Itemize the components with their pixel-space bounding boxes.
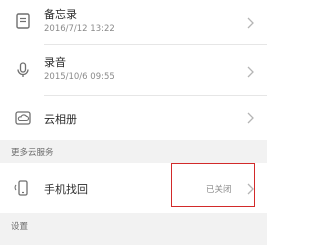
more-services-label: 更多云服务 [11, 148, 54, 158]
memo-icon [14, 12, 32, 30]
cloud-album-row[interactable]: 云相册 [0, 96, 267, 140]
settings-header: 设置 [0, 213, 267, 245]
memo-row[interactable]: 备忘录 2016/7/12 13:22 [0, 0, 267, 44]
find-phone-icon [14, 179, 32, 197]
chevron-right-icon [245, 65, 255, 79]
cloud-album-icon [14, 109, 32, 127]
chevron-right-icon [245, 111, 255, 125]
recorder-title: 录音 [44, 56, 66, 69]
recorder-row[interactable]: 录音 2015/10/6 09:55 [0, 45, 267, 95]
settings-label: 设置 [11, 222, 29, 232]
more-services-header: 更多云服务 [0, 140, 267, 163]
highlight-box [171, 163, 255, 207]
cloud-album-title: 云相册 [44, 113, 77, 126]
memo-date: 2016/7/12 13:22 [44, 24, 115, 34]
microphone-icon [14, 61, 32, 79]
find-phone-title: 手机找回 [44, 183, 88, 196]
chevron-right-icon [245, 16, 255, 30]
memo-title: 备忘录 [44, 8, 77, 21]
recorder-date: 2015/10/6 09:55 [44, 72, 115, 82]
